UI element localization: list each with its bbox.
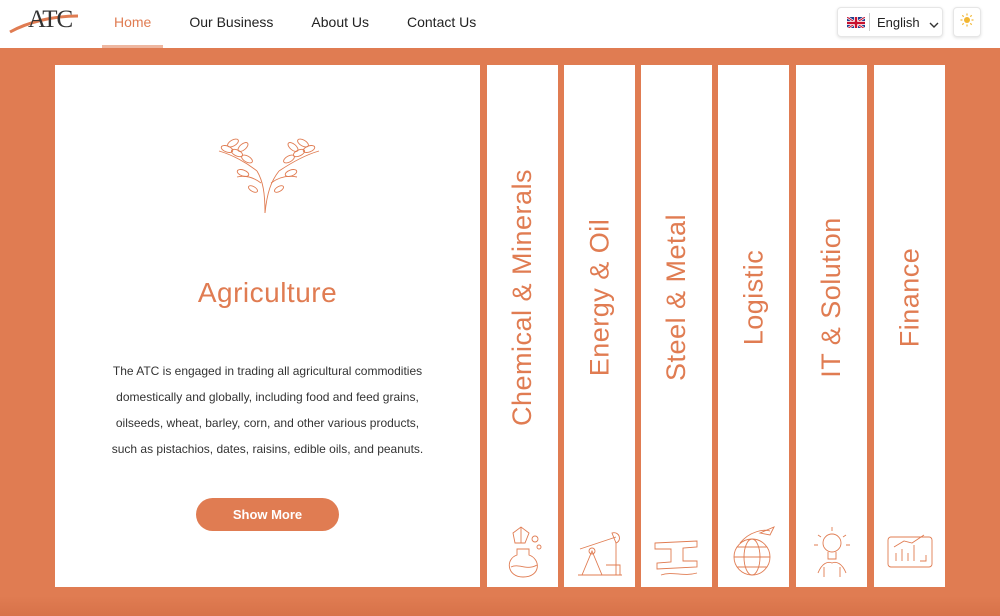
sun-icon xyxy=(960,13,974,32)
description-line: oilseeds, wheat, barley, corn, and other… xyxy=(115,416,420,430)
logo-text: ATC xyxy=(28,6,73,33)
uk-flag-icon xyxy=(847,16,865,28)
sector-card-it-solution[interactable]: IT & Solution xyxy=(796,65,867,587)
theme-toggle-button[interactable] xyxy=(953,7,981,37)
featured-business-card: Agriculture The ATC is engaged in tradin… xyxy=(55,65,480,587)
site-header: ATC Home Our Business About Us Contact U… xyxy=(0,0,1000,48)
nav-our-business[interactable]: Our Business xyxy=(175,0,287,48)
sector-label: Logistic xyxy=(738,249,769,345)
nav-about-us[interactable]: About Us xyxy=(297,0,383,48)
sector-label: Chemical & Minerals xyxy=(507,168,538,426)
sector-label: Energy & Oil xyxy=(584,218,614,376)
sector-card-finance[interactable]: Finance xyxy=(874,65,945,587)
sector-card-chemical-minerals[interactable]: Chemical & Minerals xyxy=(487,65,558,587)
description-line: such as pistachios, dates, raisins, edib… xyxy=(111,442,424,456)
finance-chart-icon xyxy=(886,523,934,579)
featured-title: Agriculture xyxy=(197,277,338,308)
chevron-down-icon xyxy=(929,17,939,28)
sector-label: IT & Solution xyxy=(816,216,846,378)
language-selector[interactable]: English xyxy=(837,7,943,37)
page-bottom-edge xyxy=(0,596,1000,616)
description-line: The ATC is engaged in trading all agricu… xyxy=(112,364,423,378)
sector-label: Steel & Metal xyxy=(661,213,692,381)
wheat-plant-icon xyxy=(213,133,323,215)
lightbulb-hand-icon xyxy=(808,523,856,579)
steel-beam-icon xyxy=(653,523,701,579)
language-label: English xyxy=(877,14,920,30)
description-line: domestically and globally, including foo… xyxy=(116,390,419,404)
language-divider xyxy=(869,13,870,31)
show-more-button[interactable]: Show More xyxy=(196,498,339,531)
chemical-flask-icon xyxy=(499,523,547,579)
oil-pump-icon xyxy=(576,523,624,579)
nav-home[interactable]: Home xyxy=(100,0,165,48)
sector-label: Finance xyxy=(894,247,924,347)
sector-card-energy-oil[interactable]: Energy & Oil xyxy=(564,65,635,587)
main-nav: Home Our Business About Us Contact Us xyxy=(100,0,490,48)
globe-plane-icon xyxy=(730,523,778,579)
featured-description: The ATC is engaged in trading all agricu… xyxy=(85,358,450,462)
atc-logo[interactable]: ATC xyxy=(8,4,92,38)
sector-card-logistic[interactable]: Logistic xyxy=(718,65,789,587)
nav-contact-us[interactable]: Contact Us xyxy=(393,0,490,48)
sector-card-steel-metal[interactable]: Steel & Metal xyxy=(641,65,712,587)
